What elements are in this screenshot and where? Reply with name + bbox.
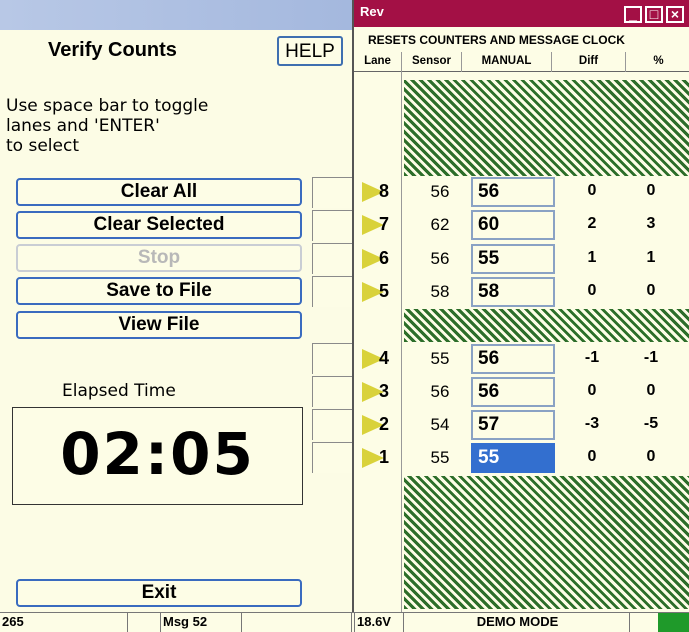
sensor-count: 56 <box>430 249 450 268</box>
diff-value: 2 <box>587 215 597 232</box>
diff-value: -1 <box>584 349 600 366</box>
save-to-file-button[interactable]: Save to File <box>16 277 302 305</box>
diff-value: 1 <box>587 249 597 266</box>
side-box <box>312 210 352 241</box>
table-row[interactable]: 2 54 57 -3 -5 <box>354 409 689 441</box>
clear-all-button[interactable]: Clear All <box>16 178 302 206</box>
status-voltage: 18.6V <box>354 613 404 632</box>
left-titlebar <box>0 0 352 30</box>
page-title: Verify Counts <box>48 39 177 61</box>
lane-number: 4 <box>378 348 389 368</box>
lane-number: 8 <box>378 181 389 201</box>
manual-count-field[interactable]: 55 <box>471 244 555 274</box>
percent-value: 0 <box>646 448 656 465</box>
instructions-text: Use space bar to toggle lanes and 'ENTER… <box>6 96 209 156</box>
table-header: Lane Sensor MANUAL Diff % <box>354 52 689 72</box>
sensor-count: 54 <box>430 415 450 434</box>
table-row[interactable]: 5 58 58 0 0 <box>354 276 689 308</box>
lane-column <box>354 72 402 612</box>
manual-count-field[interactable]: 56 <box>471 177 555 207</box>
status-bar: 265 Msg 52 18.6V DEMO MODE <box>0 612 689 632</box>
diff-value: 0 <box>587 382 597 399</box>
manual-count-field[interactable]: 55 <box>471 443 555 473</box>
maximize-icon[interactable]: □ <box>645 6 663 23</box>
stop-button: Stop <box>16 244 302 272</box>
side-box <box>312 276 352 307</box>
diff-value: -3 <box>584 415 600 432</box>
clear-selected-button[interactable]: Clear Selected <box>16 211 302 239</box>
rev-window-title: Rev <box>360 4 384 19</box>
percent-value: 3 <box>646 215 656 232</box>
header-diff: Diff <box>552 52 626 72</box>
side-box <box>312 243 352 274</box>
sensor-count: 62 <box>430 215 450 234</box>
status-indicator <box>658 613 689 632</box>
lane-number: 5 <box>378 281 389 301</box>
table-row[interactable]: 4 55 56 -1 -1 <box>354 343 689 375</box>
lane-number: 7 <box>378 214 389 234</box>
exit-button[interactable]: Exit <box>16 579 302 607</box>
header-manual: MANUAL <box>462 52 552 72</box>
sensor-count: 55 <box>430 448 450 467</box>
rev-titlebar: Rev _ □ × <box>354 0 689 27</box>
diff-value: 0 <box>587 182 597 199</box>
lane-number: 1 <box>378 447 389 467</box>
elapsed-time-label: Elapsed Time <box>62 381 176 401</box>
sensor-count: 55 <box>430 349 450 368</box>
status-message: Msg 52 <box>160 613 242 632</box>
inactive-lanes-hatch <box>404 80 689 176</box>
manual-count-field[interactable]: 57 <box>471 410 555 440</box>
header-sensor: Sensor <box>402 52 462 72</box>
status-empty <box>242 613 352 632</box>
elapsed-timer-display: 02:05 <box>12 407 303 505</box>
side-box <box>312 376 352 407</box>
manual-count-field[interactable]: 60 <box>471 210 555 240</box>
inactive-lanes-hatch <box>404 476 689 609</box>
percent-value: 1 <box>646 249 656 266</box>
diff-value: 0 <box>587 282 597 299</box>
side-box <box>312 177 352 208</box>
table-row[interactable]: 3 56 56 0 0 <box>354 376 689 408</box>
inactive-lanes-hatch <box>404 309 689 342</box>
close-icon[interactable]: × <box>666 6 684 23</box>
side-box <box>312 343 352 374</box>
percent-value: 0 <box>646 382 656 399</box>
status-mode: DEMO MODE <box>404 613 630 632</box>
header-lane: Lane <box>354 52 402 72</box>
header-percent: % <box>653 55 664 67</box>
table-row[interactable]: 1 55 55 0 0 <box>354 442 689 474</box>
sensor-count: 56 <box>430 382 450 401</box>
sensor-count: 58 <box>430 282 450 301</box>
manual-count-field[interactable]: 58 <box>471 277 555 307</box>
rev-subtitle: RESETS COUNTERS AND MESSAGE CLOCK <box>368 33 625 47</box>
manual-count-field[interactable]: 56 <box>471 344 555 374</box>
lane-number: 2 <box>378 414 389 434</box>
status-count: 265 <box>0 613 128 632</box>
diff-value: 0 <box>587 448 597 465</box>
side-box <box>312 409 352 440</box>
sensor-count: 56 <box>430 182 450 201</box>
side-box <box>312 442 352 473</box>
percent-value: -5 <box>643 415 659 432</box>
minimize-icon[interactable]: _ <box>624 6 642 23</box>
elapsed-time-value: 02:05 <box>60 420 255 488</box>
percent-value: -1 <box>643 349 659 366</box>
percent-value: 0 <box>646 282 656 299</box>
view-file-button[interactable]: View File <box>16 311 302 339</box>
table-row[interactable]: 7 62 60 2 3 <box>354 209 689 241</box>
table-row[interactable]: 6 56 55 1 1 <box>354 243 689 275</box>
percent-value: 0 <box>646 182 656 199</box>
help-button[interactable]: HELP <box>277 36 343 66</box>
lane-number: 6 <box>378 248 389 268</box>
verify-counts-panel: Verify Counts HELP Use space bar to togg… <box>0 0 352 632</box>
lane-number: 3 <box>378 381 389 401</box>
manual-count-field[interactable]: 56 <box>471 377 555 407</box>
table-row[interactable]: 8 56 56 0 0 <box>354 176 689 208</box>
rev-window: Rev _ □ × RESETS COUNTERS AND MESSAGE CL… <box>352 0 689 612</box>
